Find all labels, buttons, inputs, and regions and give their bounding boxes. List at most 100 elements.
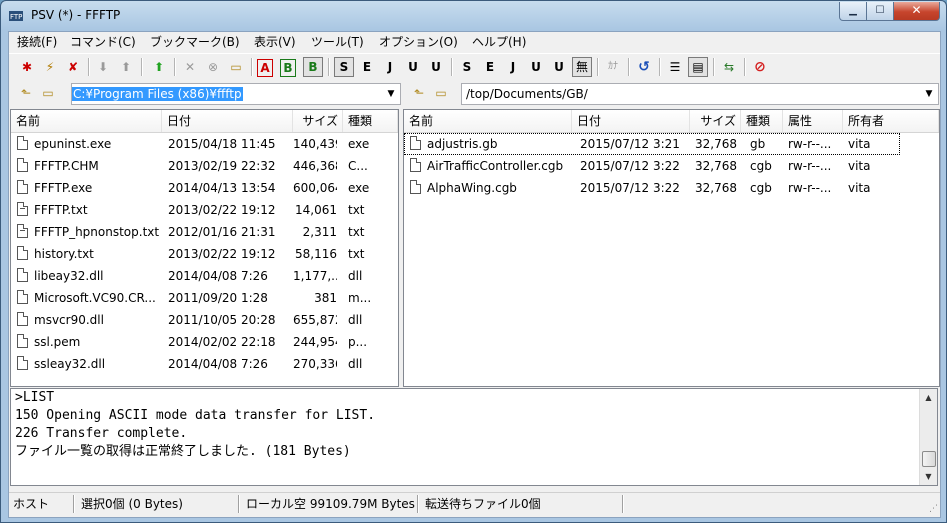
toolbar-separator — [141, 58, 143, 76]
table-row[interactable]: history.txt 2013/02/22 19:12 58,116 txt — [11, 243, 398, 265]
table-row[interactable]: ssleay32.dll 2014/04/08 7:26 270,336 dll — [11, 353, 398, 375]
connect-icon[interactable]: ✱ — [17, 57, 37, 77]
euc-local-icon[interactable]: E — [480, 57, 500, 77]
utf8-bom-remote-icon[interactable]: U — [426, 57, 446, 77]
menu-options[interactable]: オプション(O) — [379, 34, 458, 50]
remote-col-owner[interactable]: 所有者 — [843, 110, 939, 132]
close-button[interactable]: ✕ — [893, 2, 940, 21]
file-icon — [17, 334, 28, 348]
stop-icon[interactable]: ⊘ — [750, 57, 770, 77]
upload-icon[interactable]: ⬆ — [116, 57, 136, 77]
log-scrollbar[interactable]: ▲ ▼ — [919, 389, 937, 485]
title-bar[interactable]: FTP PSV (*) - FFFTP ▁ ☐ ✕ — [1, 1, 946, 31]
file-icon — [17, 356, 28, 370]
euc-remote-icon[interactable]: E — [357, 57, 377, 77]
cell-name: AlphaWing.cgb — [427, 181, 517, 195]
menu-bookmark[interactable]: ブックマーク(B) — [150, 34, 240, 50]
cell-type: p... — [348, 335, 368, 349]
menu-connect[interactable]: 接続(F) — [17, 34, 57, 50]
table-row[interactable]: adjustris.gb 2015/07/12 3:21 32,768 gb rw-r-… — [404, 133, 900, 155]
chevron-down-icon[interactable]: ▼ — [922, 84, 936, 104]
mirror-upload-icon[interactable]: ⬆ — [149, 57, 169, 77]
local-col-date[interactable]: 日付 — [162, 110, 293, 132]
utf8-bom-local-icon[interactable]: U — [549, 57, 569, 77]
download-icon[interactable]: ⬇ — [93, 57, 113, 77]
local-file-list[interactable]: 名前 日付 サイズ 種類 epuninst.exe 2015/04/18 11:4… — [10, 109, 399, 387]
table-row[interactable]: msvcr90.dll 2011/10/05 20:28 655,872 dll — [11, 309, 398, 331]
local-path-input[interactable]: C:¥Program Files (x86)¥ffftp ▼ — [71, 83, 401, 105]
disconnect-icon[interactable]: ✘ — [63, 57, 83, 77]
binary-mode-icon[interactable]: B — [280, 59, 296, 77]
chevron-down-icon[interactable]: ▼ — [384, 84, 398, 104]
scroll-down-icon[interactable]: ▼ — [920, 468, 937, 485]
table-row[interactable]: Microsoft.VC90.CR... 2011/09/20 1:28 381 m.… — [11, 287, 398, 309]
make-directory-icon[interactable]: ▭ — [226, 57, 246, 77]
quick-connect-icon[interactable]: ⚡ — [40, 57, 60, 77]
menu-bar: 接続(F) コマンド(C) ブックマーク(B) 表示(V) ツール(T) オプシ… — [9, 32, 940, 52]
table-row[interactable]: ssl.pem 2014/02/02 22:18 244,954 p... — [11, 331, 398, 353]
scroll-up-icon[interactable]: ▲ — [920, 389, 937, 406]
maximize-button[interactable]: ☐ — [866, 2, 894, 21]
table-row[interactable]: FFFTP_hpnonstop.txt 2012/01/16 21:31 2,311… — [11, 221, 398, 243]
table-row[interactable]: libeay32.dll 2014/04/08 7:26 1,177,... dll — [11, 265, 398, 287]
utf8-remote-icon[interactable]: U — [403, 57, 423, 77]
delete-icon[interactable]: ✕ — [180, 57, 200, 77]
auto-mode-icon[interactable]: B — [303, 57, 323, 77]
sjis-remote-icon[interactable]: S — [334, 57, 354, 77]
table-row[interactable]: FFFTP.txt 2013/02/22 19:12 14,061 txt — [11, 199, 398, 221]
menu-help[interactable]: ヘルプ(H) — [472, 34, 526, 50]
menu-view[interactable]: 表示(V) — [254, 34, 296, 50]
local-open-folder-icon[interactable]: ▭ — [39, 86, 57, 101]
jis-remote-icon[interactable]: J — [380, 57, 400, 77]
table-row[interactable]: epuninst.exe 2015/04/18 11:45 140,439 exe — [11, 133, 398, 155]
cell-owner: vita — [848, 181, 871, 195]
window-title: PSV (*) - FFFTP — [31, 8, 121, 22]
cell-size: 1,177,... — [293, 269, 337, 283]
ascii-mode-icon[interactable]: A — [257, 59, 273, 77]
status-separator — [238, 495, 240, 513]
toolbar-separator — [251, 58, 253, 76]
toolbar-separator — [328, 58, 330, 76]
cell-size: 270,336 — [293, 357, 337, 371]
table-row[interactable]: FFFTP.CHM 2013/02/19 22:32 446,368 C... — [11, 155, 398, 177]
remote-col-type[interactable]: 種類 — [741, 110, 783, 132]
kana-conversion-icon[interactable]: ｶﾅ — [603, 57, 623, 77]
rename-icon[interactable]: ⊗ — [203, 57, 223, 77]
cell-name: AirTrafficController.cgb — [427, 159, 564, 173]
refresh-icon[interactable]: ↺ — [634, 57, 654, 77]
menu-tools[interactable]: ツール(T) — [311, 34, 364, 50]
local-col-type[interactable]: 種類 — [343, 110, 398, 132]
ffftp-app-icon[interactable]: FTP — [8, 8, 24, 24]
cell-date: 2011/10/05 20:28 — [168, 313, 276, 327]
local-up-folder-icon[interactable]: ⬑ — [17, 86, 35, 101]
log-panel[interactable]: >LIST 150 Opening ASCII mode data transf… — [10, 388, 938, 486]
cell-type: txt — [348, 247, 365, 261]
table-row[interactable]: AirTrafficController.cgb 2015/07/12 3:22 3… — [404, 155, 939, 177]
remote-col-size[interactable]: サイズ — [690, 110, 741, 132]
scroll-thumb[interactable] — [922, 451, 936, 467]
local-col-size[interactable]: サイズ — [293, 110, 343, 132]
cell-type: exe — [348, 181, 370, 195]
remote-col-name[interactable]: 名前 — [404, 110, 572, 132]
remote-col-date[interactable]: 日付 — [572, 110, 690, 132]
minimize-button[interactable]: ▁ — [839, 2, 867, 21]
remote-open-folder-icon[interactable]: ▭ — [432, 86, 450, 101]
table-row[interactable]: AlphaWing.cgb 2015/07/12 3:22 32,768 cgb rw-… — [404, 177, 939, 199]
cell-size: 140,439 — [293, 137, 337, 151]
remote-path-input[interactable]: /top/Documents/GB/ ▼ — [461, 83, 939, 105]
list-view-icon[interactable]: ☰ — [665, 57, 685, 77]
cell-name: ssl.pem — [34, 335, 81, 349]
utf8-local-icon[interactable]: U — [526, 57, 546, 77]
resize-grip-icon[interactable]: ⋰ — [929, 504, 938, 514]
local-col-name[interactable]: 名前 — [11, 110, 162, 132]
remote-col-attr[interactable]: 属性 — [783, 110, 843, 132]
jis-local-icon[interactable]: J — [503, 57, 523, 77]
remote-up-folder-icon[interactable]: ⬑ — [410, 86, 428, 101]
menu-command[interactable]: コマンド(C) — [70, 34, 136, 50]
sync-folders-icon[interactable]: ⇆ — [719, 57, 739, 77]
sjis-local-icon[interactable]: S — [457, 57, 477, 77]
detail-view-icon[interactable]: ▤ — [688, 57, 708, 77]
no-conversion-icon[interactable]: 無 — [572, 57, 592, 77]
table-row[interactable]: FFFTP.exe 2014/04/13 13:54 600,064 exe — [11, 177, 398, 199]
remote-file-list[interactable]: 名前 日付 サイズ 種類 属性 所有者 adjustris.gb 2015/07/… — [403, 109, 940, 387]
